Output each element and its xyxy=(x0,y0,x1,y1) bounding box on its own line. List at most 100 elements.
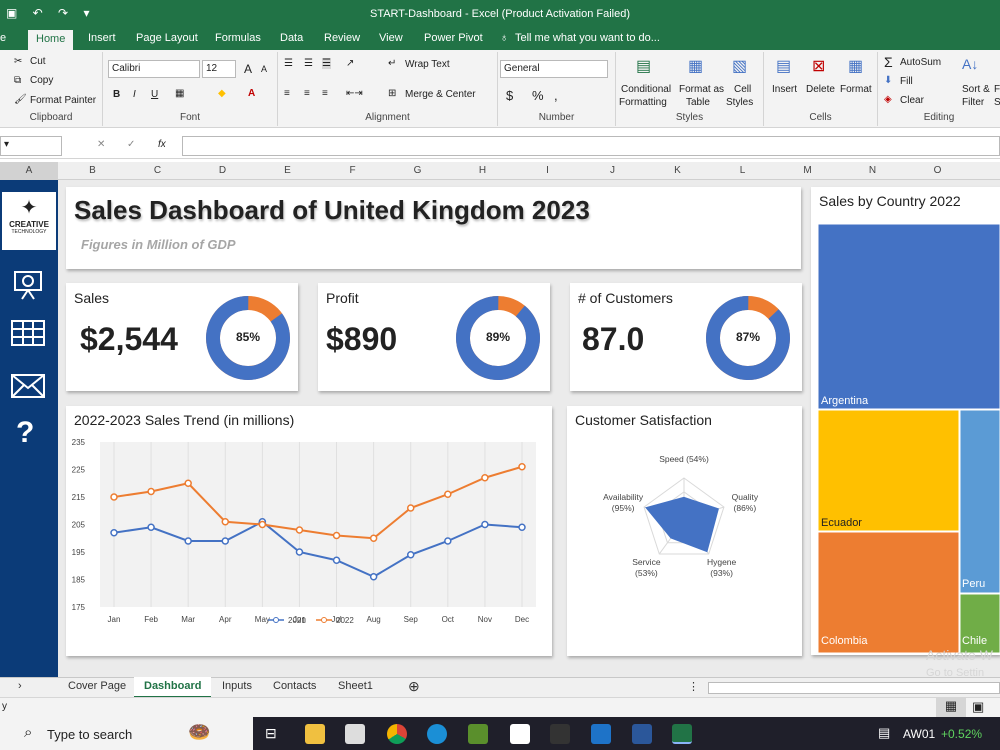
column-header-n[interactable]: N xyxy=(840,165,905,176)
column-header-a[interactable]: A xyxy=(0,162,58,180)
word-icon[interactable] xyxy=(632,724,652,744)
column-header-m[interactable]: M xyxy=(775,165,840,176)
sheet-tab-inputs[interactable]: Inputs xyxy=(222,680,252,692)
scroll-tabs-right-icon[interactable]: › xyxy=(18,680,22,692)
sheet-tab-sheet1[interactable]: Sheet1 xyxy=(338,680,373,692)
wrap-text-button[interactable]: Wrap Text xyxy=(405,59,450,70)
cell-styles-button[interactable]: Cell xyxy=(734,84,751,95)
column-header-o[interactable]: O xyxy=(905,165,970,176)
cut-button[interactable]: Cut xyxy=(30,56,46,67)
sheet-tab-contacts[interactable]: Contacts xyxy=(273,680,316,692)
font-size-select[interactable]: 12 xyxy=(202,60,236,78)
column-header-l[interactable]: L xyxy=(710,165,775,176)
column-header-d[interactable]: D xyxy=(190,165,255,176)
formula-input[interactable] xyxy=(182,136,1000,156)
insert-cells-button[interactable]: Insert xyxy=(772,84,797,95)
column-header-f[interactable]: F xyxy=(320,165,385,176)
table-icon[interactable] xyxy=(11,320,45,346)
percent-button[interactable]: % xyxy=(532,88,544,103)
tab-view[interactable]: View xyxy=(379,32,403,44)
taskbar-search-input[interactable]: Type to search xyxy=(47,727,132,742)
add-sheet-icon[interactable]: ⊕ xyxy=(408,678,420,695)
italic-button[interactable]: I xyxy=(133,89,136,100)
page-layout-view-icon[interactable]: ▣ xyxy=(972,699,984,715)
edge-icon[interactable] xyxy=(427,724,447,744)
stock-ticker[interactable]: AW01 xyxy=(903,727,935,741)
horizontal-scrollbar[interactable] xyxy=(708,682,1000,694)
delete-cells-button[interactable]: Delete xyxy=(806,84,835,95)
fill-button[interactable]: Fill xyxy=(900,76,913,87)
mw-app-icon[interactable] xyxy=(550,724,570,744)
column-header-c[interactable]: C xyxy=(125,165,190,176)
comma-button[interactable]: , xyxy=(554,88,558,103)
chrome-icon[interactable] xyxy=(387,724,407,744)
orientation-icon[interactable]: ↗ xyxy=(346,58,354,69)
font-name-select[interactable]: Calibri xyxy=(108,60,200,78)
bold-button[interactable]: B xyxy=(113,89,120,100)
column-header-e[interactable]: E xyxy=(255,165,320,176)
merge-center-button[interactable]: Merge & Center xyxy=(405,89,476,100)
presentation-icon[interactable] xyxy=(12,268,44,300)
mail-app-icon[interactable] xyxy=(591,724,611,744)
fx-icon[interactable]: fx xyxy=(158,139,166,150)
column-header-k[interactable]: K xyxy=(645,165,710,176)
currency-button[interactable]: $ xyxy=(506,88,513,103)
file-explorer-icon[interactable] xyxy=(305,724,325,744)
sheet-tab-cover-page[interactable]: Cover Page xyxy=(68,680,126,692)
column-header-j[interactable]: J xyxy=(580,165,645,176)
clear-button[interactable]: Clear xyxy=(900,95,924,106)
task-view-icon[interactable]: ⊟ xyxy=(265,725,277,742)
format-painter-button[interactable]: Format Painter xyxy=(30,95,96,106)
format-as-table-button-line2[interactable]: Table xyxy=(686,97,710,108)
find-select-button-line2[interactable]: S xyxy=(994,97,1000,108)
tab-page-layout[interactable]: Page Layout xyxy=(136,32,198,44)
underline-button[interactable]: U xyxy=(151,89,158,100)
align-right-icon[interactable]: ≡ xyxy=(322,88,328,99)
tab-formulas[interactable]: Formulas xyxy=(215,32,261,44)
enter-icon[interactable]: ✓ xyxy=(127,139,135,150)
fill-color-icon[interactable]: ◆ xyxy=(218,88,226,99)
tab-review[interactable]: Review xyxy=(324,32,360,44)
help-icon[interactable]: ? xyxy=(16,416,34,450)
column-header-g[interactable]: G xyxy=(385,165,450,176)
sort-filter-button-line2[interactable]: Filter xyxy=(962,97,984,108)
column-header-b[interactable]: B xyxy=(60,165,125,176)
tell-me-input[interactable]: Tell me what you want to do... xyxy=(515,32,660,44)
treemap-argentina[interactable] xyxy=(817,223,1000,410)
indent-icon[interactable]: ⇤⇥ xyxy=(346,88,363,99)
name-box[interactable]: ▾ xyxy=(0,136,62,156)
normal-view-icon[interactable]: ▦ xyxy=(936,698,966,717)
tab-file[interactable]: e xyxy=(0,32,6,44)
align-middle-icon[interactable]: ☰ xyxy=(304,58,313,69)
copy-button[interactable]: Copy xyxy=(30,75,53,86)
align-bottom-icon[interactable]: ☰ xyxy=(322,58,331,69)
tab-power-pivot[interactable]: Power Pivot xyxy=(424,32,483,44)
conditional-formatting-button-line2[interactable]: Formatting xyxy=(619,97,667,108)
number-format-select[interactable]: General xyxy=(500,60,608,78)
shrink-font-button[interactable]: A xyxy=(261,64,267,74)
sort-filter-button[interactable]: Sort & xyxy=(962,84,990,95)
tab-options-icon[interactable]: ⋮ xyxy=(688,680,699,693)
store-icon[interactable] xyxy=(345,724,365,744)
grow-font-button[interactable]: A xyxy=(244,62,252,76)
treemap-peru[interactable] xyxy=(959,409,1000,594)
mail-icon[interactable] xyxy=(11,374,45,398)
autosum-button[interactable]: AutoSum xyxy=(900,57,941,68)
tab-insert[interactable]: Insert xyxy=(88,32,116,44)
font-color-icon[interactable]: A xyxy=(248,88,255,99)
align-left-icon[interactable]: ≡ xyxy=(284,88,290,99)
cancel-icon[interactable]: ✕ xyxy=(97,139,105,150)
align-center-icon[interactable]: ≡ xyxy=(304,88,310,99)
taskbar-search[interactable]: ⌕ Type to search 🍩 xyxy=(0,717,253,750)
format-cells-button[interactable]: Format xyxy=(840,84,872,95)
window-app-icon[interactable] xyxy=(510,724,530,744)
find-select-button[interactable]: F xyxy=(994,84,1000,95)
app-icon[interactable] xyxy=(468,724,488,744)
borders-icon[interactable]: ▦ xyxy=(175,88,184,99)
treemap-ecuador[interactable] xyxy=(817,409,960,532)
format-as-table-button[interactable]: Format as xyxy=(679,84,724,95)
tab-home[interactable]: Home xyxy=(28,30,74,50)
conditional-formatting-button[interactable]: Conditional xyxy=(621,84,671,95)
cell-styles-button-line2[interactable]: Styles xyxy=(726,97,753,108)
column-header-i[interactable]: I xyxy=(515,165,580,176)
